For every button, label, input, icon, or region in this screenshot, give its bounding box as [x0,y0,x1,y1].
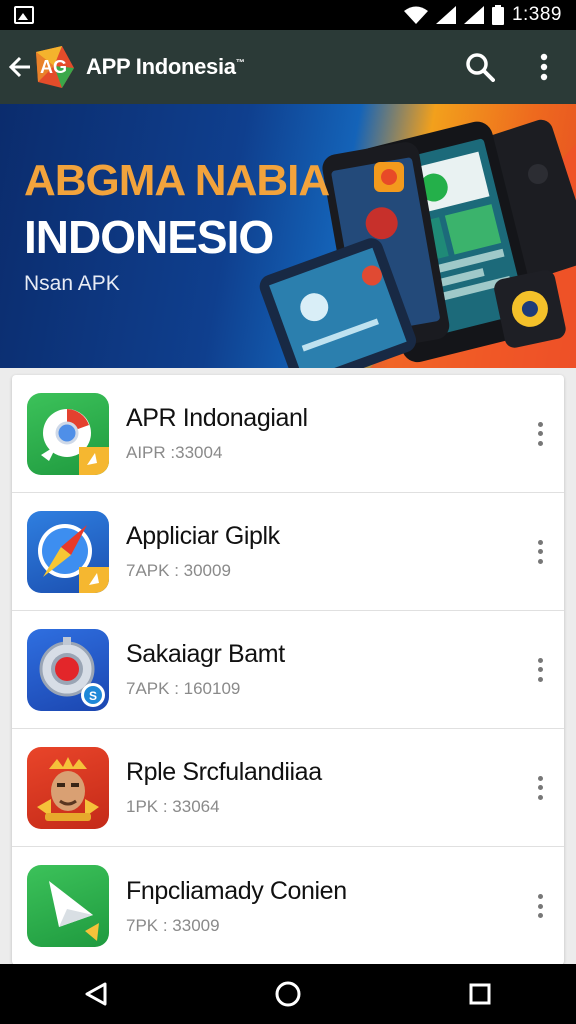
browser-app-icon [27,392,109,475]
search-icon [466,53,495,82]
warrior-game-icon [27,746,109,829]
back-arrow-icon [9,56,30,78]
item-more-button[interactable] [530,655,550,685]
app-name: Sakaiagr Bamt [126,640,285,668]
trademark: ™ [235,57,245,68]
app-list-item[interactable]: Rple Srcfulandiiaa 1PK : 33064 [12,729,564,847]
banner-headline: ABGMA NABIA [24,156,330,205]
app-list: APR Indonagianl AIPR :33004 Appliciar Gi… [12,375,564,965]
signal-icon [435,6,456,24]
item-more-button[interactable] [530,419,550,449]
app-list-item[interactable]: APR Indonagianl AIPR :33004 [12,375,564,493]
item-more-button[interactable] [530,773,550,803]
app-meta: 1PK : 33064 [126,797,220,816]
gallery-notification-icon [14,6,34,24]
overflow-menu-button[interactable] [512,30,576,104]
nav-home-button[interactable] [258,964,318,1024]
app-meta: 7APK : 160109 [126,679,241,698]
app-list-item[interactable]: S Sakaiagr Bamt 7APK : 160109 [12,611,564,729]
wifi-icon [403,6,428,24]
item-more-button[interactable] [530,891,550,921]
status-bar: 1:389 [0,0,576,30]
app-name: Rple Srcfulandiiaa [126,758,322,786]
phones-illustration [259,119,576,368]
promo-banner[interactable]: ABGMA NABIA INDONESIO Nsan APK [0,104,576,368]
battery-icon [491,5,504,25]
status-time: 1:389 [511,4,562,25]
logo-text: AG [40,57,67,77]
svg-text:S: S [89,689,97,703]
search-button[interactable] [448,30,512,104]
app-name: Fnpcliamady Conien [126,876,347,905]
app-bar: AG APP Indonesia™ [0,30,576,104]
item-more-button[interactable] [530,537,550,567]
app-name: APR Indonagianl [126,404,308,432]
circle-home-icon [275,981,301,1007]
nav-recents-button[interactable] [450,964,510,1024]
square-recents-icon [469,983,491,1005]
banner-headline-2: INDONESIO [24,211,274,263]
app-logo: AG [32,44,78,90]
app-list-item[interactable]: Fnpcliamady Conien 7PK : 33009 [12,847,564,965]
app-meta: AIPR :33004 [126,443,223,462]
app-name: Appliciar Giplk [126,522,280,550]
compass-app-icon [27,510,109,593]
app-meta: 7APK : 30009 [126,561,231,580]
app-list-item[interactable]: Appliciar Giplk 7APK : 30009 [12,493,564,611]
triangle-back-icon [85,982,107,1006]
more-vert-icon [540,53,548,81]
paper-plane-app-icon [27,865,109,947]
navigation-bar [0,964,576,1024]
app-meta: 7PK : 33009 [126,915,220,935]
nav-back-button[interactable] [66,964,126,1024]
app-title: APP Indonesia™ [86,54,245,79]
signal-icon-2 [463,6,484,24]
record-app-icon: S [27,628,109,711]
banner-subtitle: Nsan APK [24,272,120,295]
